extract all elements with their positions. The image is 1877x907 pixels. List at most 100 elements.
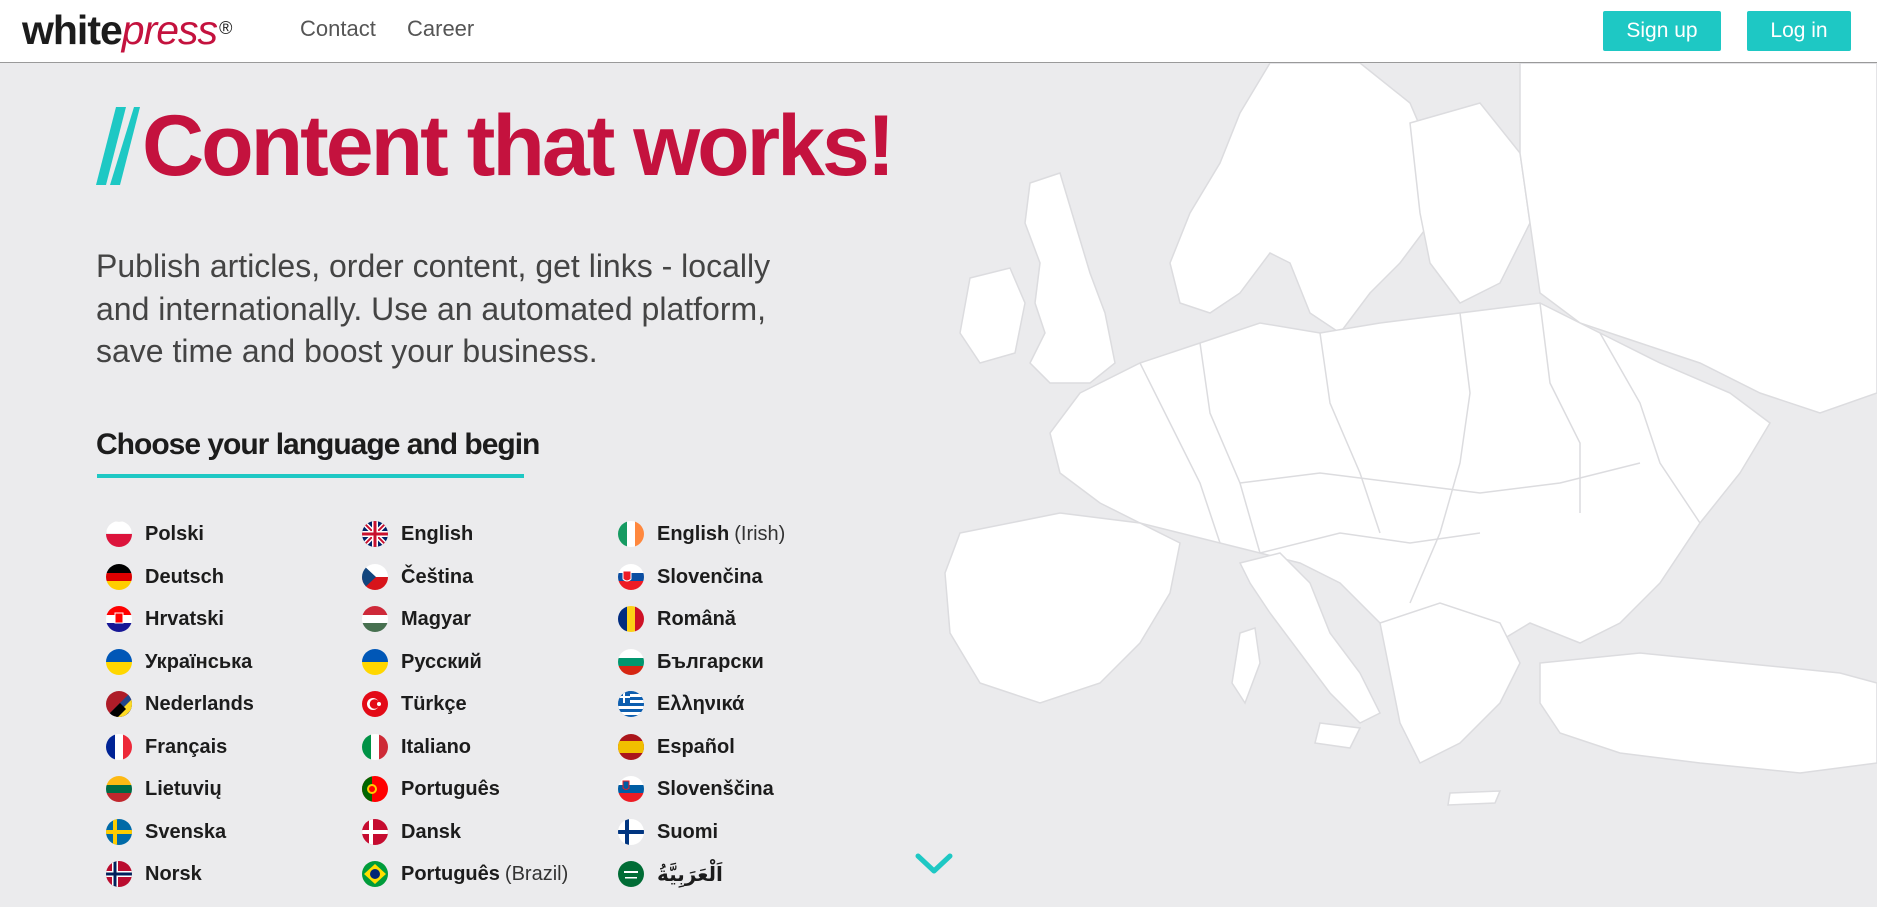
language-item[interactable]: Română xyxy=(618,604,736,634)
language-item[interactable]: Polski xyxy=(106,519,204,549)
gr-flag-icon xyxy=(618,691,644,717)
language-label: Hrvatski xyxy=(145,607,224,630)
language-item[interactable]: Slovenščina xyxy=(618,774,774,804)
europe-map-icon xyxy=(944,63,1877,806)
language-item[interactable]: Magyar xyxy=(362,604,471,634)
language-label: Lietuvių xyxy=(145,777,222,800)
de-flag-icon xyxy=(106,564,132,590)
language-label: Italiano xyxy=(401,735,472,758)
cz-flag-icon xyxy=(362,564,388,590)
si-flag-icon xyxy=(618,776,644,802)
top-header: whitepress ® Contact Career Sign up Log i… xyxy=(0,0,1877,63)
language-label: Suomi xyxy=(657,820,719,843)
hr-flag-icon xyxy=(106,606,132,632)
language-label: Slovenčina xyxy=(657,565,763,588)
language-item[interactable]: Deutsch xyxy=(106,562,224,592)
logo-text-accent: press xyxy=(121,7,218,53)
pl-flag-icon xyxy=(106,521,132,547)
language-item[interactable]: Português (Brazil) xyxy=(362,859,568,889)
language-label: Português xyxy=(401,862,500,885)
chevron-down-icon[interactable] xyxy=(914,852,954,876)
no-flag-icon xyxy=(106,861,132,887)
tr-flag-icon xyxy=(362,691,388,717)
hero-title-text: Content that works! xyxy=(142,98,895,194)
language-item[interactable]: Hrvatski xyxy=(106,604,224,634)
language-item[interactable]: Lietuvių xyxy=(106,774,222,804)
language-label: Svenska xyxy=(145,820,227,843)
it-flag-icon xyxy=(362,734,388,760)
sign-up-button[interactable]: Sign up xyxy=(1603,11,1721,51)
ua-flag-icon xyxy=(106,649,132,675)
be-nl-flag-icon xyxy=(106,691,132,717)
language-item[interactable]: Русский xyxy=(362,647,482,677)
logo-registered-mark: ® xyxy=(219,18,232,38)
language-item[interactable]: Suomi xyxy=(618,817,718,847)
choose-language-heading: Choose your language and begin xyxy=(96,428,540,461)
language-label: Slovenščina xyxy=(657,777,774,800)
language-label: Dansk xyxy=(401,820,462,843)
pt-flag-icon xyxy=(362,776,388,802)
language-label: Türkçe xyxy=(401,692,467,715)
language-item[interactable]: Українська xyxy=(106,647,252,677)
log-in-button[interactable]: Log in xyxy=(1747,11,1851,51)
language-label: English xyxy=(401,522,474,545)
language-label: English xyxy=(657,522,730,545)
whitepress-logo[interactable]: whitepress ® xyxy=(22,7,232,53)
hero-title: Content that works! xyxy=(96,96,895,196)
language-item[interactable]: Ελληνικά xyxy=(618,689,744,719)
hero-subtitle: Publish articles, order content, get lin… xyxy=(96,248,771,369)
language-item[interactable]: English (Irish) xyxy=(618,519,785,549)
ua-flag-icon xyxy=(362,649,388,675)
language-item[interactable]: Español xyxy=(618,732,735,762)
fi-flag-icon xyxy=(618,819,644,845)
language-label: اَلْعَرَبِيَّةُ xyxy=(657,863,723,886)
language-label: Deutsch xyxy=(145,565,224,588)
language-label: Български xyxy=(657,650,764,673)
logo-text-main: white xyxy=(22,7,123,53)
language-item[interactable]: Nederlands xyxy=(106,689,254,719)
language-item[interactable]: Čeština xyxy=(362,562,473,592)
nav-career-link[interactable]: Career xyxy=(407,16,474,42)
language-label: Română xyxy=(657,607,736,630)
sk-flag-icon xyxy=(618,564,644,590)
language-label-extra: (Irish) xyxy=(734,522,786,545)
hu-flag-icon xyxy=(362,606,388,632)
language-label: Українська xyxy=(145,650,253,673)
language-label: Русский xyxy=(401,650,482,673)
language-item[interactable]: Български xyxy=(618,647,764,677)
language-item[interactable]: Slovenčina xyxy=(618,562,763,592)
nav-contact-link[interactable]: Contact xyxy=(300,16,376,42)
gb-flag-icon xyxy=(362,521,388,547)
language-item[interactable]: Português xyxy=(362,774,500,804)
ro-flag-icon xyxy=(618,606,644,632)
language-item[interactable]: Français xyxy=(106,732,227,762)
language-item[interactable]: Svenska xyxy=(106,817,226,847)
br-flag-icon xyxy=(362,861,388,887)
language-item[interactable]: Norsk xyxy=(106,859,202,889)
language-label: Français xyxy=(145,735,228,758)
language-label: Nederlands xyxy=(145,692,254,715)
language-label: Português xyxy=(401,777,500,800)
se-flag-icon xyxy=(106,819,132,845)
language-label: Ελληνικά xyxy=(657,692,745,715)
double-slash-icon xyxy=(96,107,140,185)
language-label: Norsk xyxy=(145,862,202,885)
lt-flag-icon xyxy=(106,776,132,802)
fr-flag-icon xyxy=(106,734,132,760)
dk-flag-icon xyxy=(362,819,388,845)
language-label: Magyar xyxy=(401,607,472,630)
language-item[interactable]: English xyxy=(362,519,473,549)
heading-underline xyxy=(97,474,524,478)
language-item[interactable]: Türkçe xyxy=(362,689,467,719)
language-label: Čeština xyxy=(401,565,474,588)
language-label-extra: (Brazil) xyxy=(504,862,569,885)
language-label: Español xyxy=(657,735,735,758)
es-flag-icon xyxy=(618,734,644,760)
ie-flag-icon xyxy=(618,521,644,547)
language-item[interactable]: Italiano xyxy=(362,732,471,762)
bg-flag-icon xyxy=(618,649,644,675)
language-label: Polski xyxy=(145,522,204,545)
language-item[interactable]: Dansk xyxy=(362,817,461,847)
language-item[interactable]: اَلْعَرَبِيَّةُ xyxy=(618,859,723,889)
sa-flag-icon xyxy=(618,861,644,887)
